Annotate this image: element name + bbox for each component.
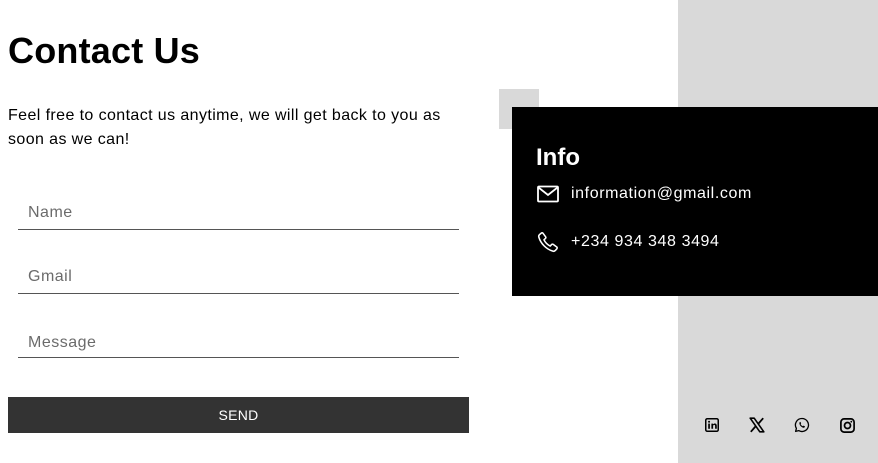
- name-input[interactable]: [18, 186, 459, 229]
- instagram-icon[interactable]: [836, 414, 858, 436]
- mail-icon: [536, 182, 560, 206]
- message-input[interactable]: [18, 314, 459, 357]
- gmail-field-wrapper: [18, 250, 459, 294]
- info-email[interactable]: information@gmail.com: [571, 185, 752, 203]
- phone-icon: [536, 230, 560, 254]
- info-email-row: information@gmail.com: [536, 182, 752, 206]
- info-card: Info information@gmail.com +234 934 348 …: [512, 107, 878, 296]
- info-phone[interactable]: +234 934 348 3494: [571, 233, 720, 251]
- gmail-input[interactable]: [18, 250, 459, 293]
- page-title: Contact Us: [8, 30, 201, 71]
- name-field-wrapper: [18, 186, 459, 230]
- info-phone-row: +234 934 348 3494: [536, 230, 720, 254]
- send-button[interactable]: SEND: [8, 397, 469, 433]
- info-title: Info: [536, 144, 580, 171]
- page-subtitle: Feel free to contact us anytime, we will…: [8, 107, 441, 148]
- whatsapp-icon[interactable]: [791, 414, 813, 436]
- linkedin-icon[interactable]: [701, 414, 723, 436]
- social-links: [701, 414, 858, 436]
- x-icon[interactable]: [746, 414, 768, 436]
- message-field-wrapper: [18, 314, 459, 358]
